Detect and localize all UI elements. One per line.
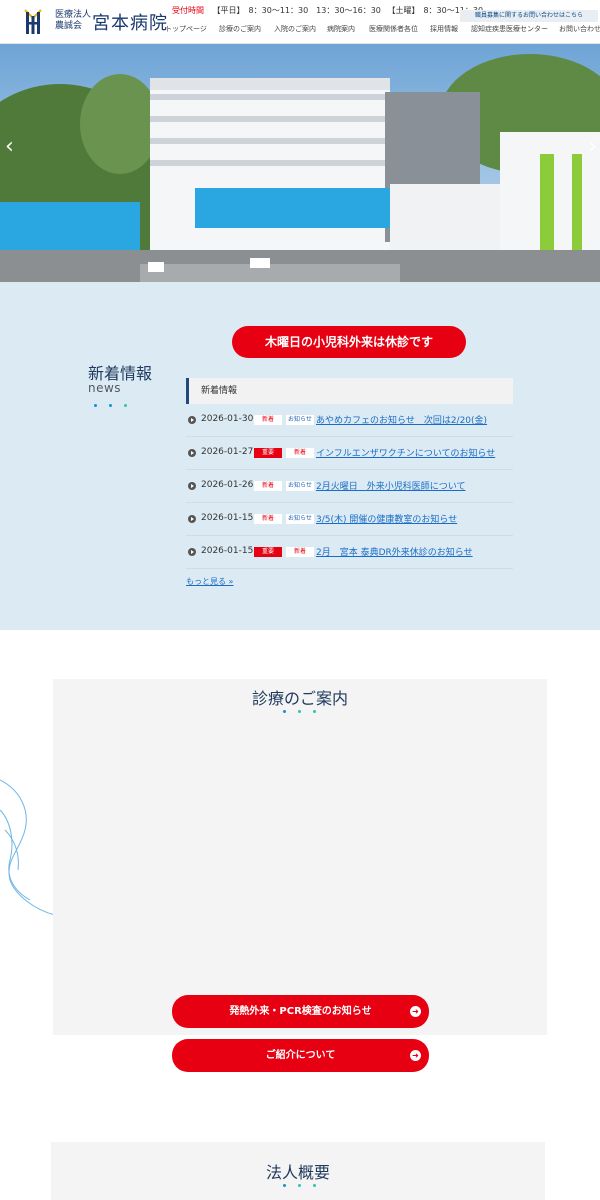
tag-info-badge: お知らせ	[286, 514, 314, 524]
nav-item-dementia-center[interactable]: 認知症疾患医療センター	[471, 24, 548, 34]
referral-button[interactable]: ご紹介について ➜	[172, 1039, 429, 1072]
hospital-building-image	[0, 44, 600, 282]
news-title-link[interactable]: あやめカフェのお知らせ 次回は2/20(金)	[316, 413, 487, 426]
news-item[interactable]: 2026-01-27 重要 新着 インフルエンザワクチンについてのお知らせ	[186, 437, 513, 470]
heading-dots	[94, 404, 127, 407]
tag-new-badge: 新着	[286, 547, 314, 557]
news-title-link[interactable]: 2月火曜日 外来小児科医師について	[316, 479, 465, 492]
news-item[interactable]: 2026-01-30 新着 お知らせ あやめカフェのお知らせ 次回は2/20(金…	[186, 404, 513, 437]
tag-new-badge: 新着	[286, 448, 314, 458]
heading-dots	[283, 710, 316, 713]
news-more-link[interactable]: もっと見る »	[186, 576, 233, 587]
hospital-logo[interactable]: 医療法人 農誠会 宮本病院	[22, 6, 167, 38]
tag-important-badge: 重要	[254, 547, 282, 557]
news-title-link[interactable]: 2月 宮本 泰典DR外来休診のお知らせ	[316, 545, 473, 558]
arrow-right-circle-icon: ➜	[410, 1006, 421, 1017]
play-icon	[188, 548, 196, 556]
nav-item-medical-staff[interactable]: 医療関係者各位	[369, 24, 418, 34]
hero-slider: ‹ ›	[0, 44, 600, 282]
news-date: 2026-01-15	[201, 546, 254, 556]
referral-label: ご紹介について	[265, 1050, 336, 1061]
nav-item-top[interactable]: トップページ	[165, 24, 207, 34]
news-subheading: news	[88, 381, 122, 395]
pediatrics-closed-notice-button[interactable]: 木曜日の小児科外来は休診です	[232, 326, 466, 358]
news-list: 新着情報 2026-01-30 新着 お知らせ あやめカフェのお知らせ 次回は2…	[186, 378, 513, 569]
nav-item-recruit[interactable]: 採用情報	[430, 24, 458, 34]
logo-hospital-name: 宮本病院	[92, 13, 168, 34]
play-icon	[188, 416, 196, 424]
news-item[interactable]: 2026-01-15 新着 お知らせ 3/5(木) 開催の健康教室のお知らせ	[186, 503, 513, 536]
hours-label: 受付時間	[172, 6, 204, 15]
news-date: 2026-01-15	[201, 513, 254, 523]
tag-info-badge: お知らせ	[286, 481, 314, 491]
departments-section: 診療のご案内	[53, 679, 547, 1035]
corporate-heading: 法人概要	[265, 1163, 330, 1182]
nav-item-admission[interactable]: 入院のご案内	[274, 24, 316, 34]
news-date: 2026-01-27	[201, 447, 254, 457]
news-date: 2026-01-26	[201, 480, 254, 490]
logo-corp-type: 医療法人	[55, 10, 92, 20]
nav-item-hospital-info[interactable]: 病院案内	[327, 24, 355, 34]
nav-item-contact[interactable]: お問い合わせ	[559, 24, 600, 34]
decorative-line-art	[0, 779, 56, 916]
global-nav: トップページ 診療のご案内 入院のご案内 病院案内 医療関係者各位 採用情報 認…	[160, 24, 600, 36]
chevron-right-icon[interactable]: ›	[588, 134, 597, 159]
news-section: 木曜日の小児科外来は休診です 新着情報 news 新着情報 2026-01-30…	[0, 282, 600, 630]
logo-corp-name: 農誠会	[55, 21, 83, 31]
news-list-header: 新着情報	[186, 378, 513, 404]
corporate-overview-section: 法人概要	[51, 1142, 545, 1200]
fever-pcr-button[interactable]: 発熱外来・PCR検査のお知らせ ➜	[172, 995, 429, 1028]
hours-weekday: 【平日】 8：30〜11：30 13：30〜16：30	[212, 6, 381, 15]
tag-info-badge: お知らせ	[286, 415, 314, 425]
tag-important-badge: 重要	[254, 448, 282, 458]
news-title-link[interactable]: 3/5(木) 開催の健康教室のお知らせ	[316, 512, 457, 525]
recruit-inquiry-link[interactable]: 職員募集に関するお問い合わせはこちら	[460, 10, 598, 22]
reception-hours: 受付時間 【平日】 8：30〜11：30 13：30〜16：30 【土曜】 8：…	[172, 5, 487, 16]
chevron-left-icon[interactable]: ‹	[5, 134, 14, 159]
fever-pcr-label: 発熱外来・PCR検査のお知らせ	[229, 1006, 372, 1017]
tag-new-badge: 新着	[254, 415, 282, 425]
departments-heading: 診療のご案内	[251, 689, 348, 708]
play-icon	[188, 482, 196, 490]
news-item[interactable]: 2026-01-26 新着 お知らせ 2月火曜日 外来小児科医師について	[186, 470, 513, 503]
nav-item-outpatient[interactable]: 診療のご案内	[219, 24, 261, 34]
play-icon	[188, 449, 196, 457]
news-title-link[interactable]: インフルエンザワクチンについてのお知らせ	[316, 446, 495, 459]
arrow-right-circle-icon: ➜	[410, 1050, 421, 1061]
play-icon	[188, 515, 196, 523]
tag-new-badge: 新着	[254, 514, 282, 524]
news-date: 2026-01-30	[201, 414, 254, 424]
site-header: 医療法人 農誠会 宮本病院 受付時間 【平日】 8：30〜11：30 13：30…	[0, 0, 600, 44]
tag-new-badge: 新着	[254, 481, 282, 491]
heading-dots	[283, 1184, 316, 1187]
news-item[interactable]: 2026-01-15 重要 新着 2月 宮本 泰典DR外来休診のお知らせ	[186, 536, 513, 569]
logo-mark-icon	[24, 9, 42, 34]
